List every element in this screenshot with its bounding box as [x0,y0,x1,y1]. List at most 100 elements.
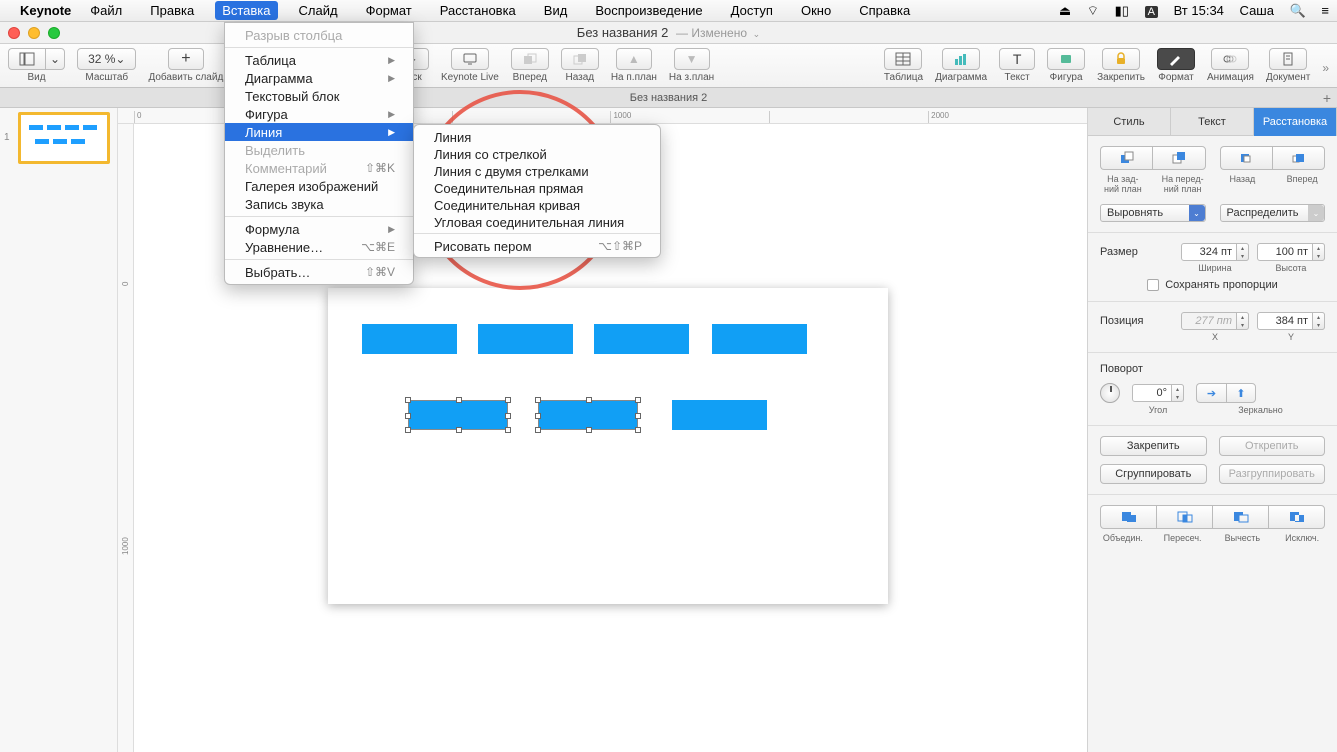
keynote-live-button[interactable] [451,48,489,70]
dd-line[interactable]: Линия▶ [225,123,413,141]
bool-intersect[interactable] [1156,505,1212,529]
view-dropdown[interactable]: ⌄ [45,48,65,70]
menu-insert[interactable]: Вставка [215,1,277,20]
send-to-back-button[interactable] [1100,146,1152,170]
dd-equation[interactable]: Уравнение…⌥⌘E [225,238,413,256]
dd-section-break: Разрыв столбца [225,26,413,44]
input-icon[interactable]: А [1145,6,1158,18]
view-button[interactable] [8,48,45,70]
window-close[interactable] [8,27,20,39]
menu-share[interactable]: Доступ [724,1,780,20]
shape-rect[interactable] [478,324,573,354]
sm-connector-straight[interactable]: Соединительная прямая [414,179,660,196]
animate-button[interactable] [1211,48,1249,70]
sm-connector-elbow[interactable]: Угловая соединительная линия [414,213,660,230]
height-field[interactable]: 100 пт▴▾ [1257,243,1325,261]
rotation-dial[interactable] [1100,383,1120,403]
shape-rect[interactable] [672,400,767,430]
menu-view[interactable]: Вид [537,1,575,20]
menu-edit[interactable]: Правка [143,1,201,20]
to-front-button[interactable]: ▲ [616,48,652,70]
wifi-icon[interactable]: ⌔ [1087,3,1099,19]
to-back-button[interactable]: ▼ [674,48,710,70]
sm-draw-pen[interactable]: Рисовать пером⌥⇧⌘P [414,237,660,254]
new-tab-button[interactable]: + [1323,90,1331,106]
inspector-tab-style[interactable]: Стиль [1088,108,1171,136]
dd-table[interactable]: Таблица▶ [225,51,413,69]
lock-button-inspector[interactable]: Закрепить [1100,436,1207,456]
menu-window[interactable]: Окно [794,1,838,20]
shape-rect[interactable] [362,324,457,354]
sm-connector-curve[interactable]: Соединительная кривая [414,196,660,213]
window-maximize[interactable] [48,27,60,39]
spotlight-icon[interactable]: 🔍 [1290,3,1306,19]
dd-text-block[interactable]: Текстовый блок [225,87,413,105]
zoom-button[interactable]: 32 % ⌄ [77,48,136,70]
menu-help[interactable]: Справка [852,1,917,20]
menu-play[interactable]: Воспроизведение [588,1,709,20]
shape-rect-selected[interactable] [408,400,508,430]
window-minimize[interactable] [28,27,40,39]
airplay-icon[interactable]: ⏏ [1059,3,1071,19]
backward-button[interactable] [561,48,599,70]
keep-ratio-checkbox[interactable]: Сохранять пропорции [1100,279,1325,291]
toolbar-overflow[interactable]: » [1322,61,1329,75]
bring-to-front-button[interactable] [1152,146,1205,170]
shape-rect-selected[interactable] [538,400,638,430]
inspector-tab-text[interactable]: Текст [1171,108,1254,136]
menu-arrange[interactable]: Расстановка [433,1,523,20]
app-name[interactable]: Keynote [20,3,71,18]
flip-vertical[interactable]: ⬆ [1226,383,1256,403]
sm-double-arrow[interactable]: Линия с двумя стрелками [414,162,660,179]
bool-union[interactable] [1100,505,1156,529]
distribute-select[interactable]: Распределить⌄ [1220,204,1326,222]
menu-icon[interactable]: ≡ [1321,3,1329,18]
y-field[interactable]: 384 пт▴▾ [1257,312,1325,330]
title-dropdown-icon[interactable]: ⌄ [753,29,761,39]
shape-rect[interactable] [712,324,807,354]
slide-canvas[interactable] [328,288,888,604]
dd-chart[interactable]: Диаграмма▶ [225,69,413,87]
flip-horizontal[interactable]: ➔ [1196,383,1226,403]
lock-button[interactable] [1102,48,1140,70]
bool-subtract[interactable] [1212,505,1268,529]
menu-format[interactable]: Формат [359,1,419,20]
forward-button[interactable] [511,48,549,70]
battery-icon[interactable]: ▮▯ [1115,3,1129,19]
bool-exclude[interactable] [1268,505,1325,529]
slide-thumb-1[interactable]: 1 [18,112,111,164]
slide-navigator[interactable]: 1 [0,108,118,752]
angle-field[interactable]: 0°▴▾ [1132,384,1184,402]
line-submenu: Линия Линия со стрелкой Линия с двумя ст… [413,124,661,258]
dd-gallery[interactable]: Галерея изображений [225,177,413,195]
chart-button[interactable] [942,48,980,70]
document-tab[interactable]: Без названия 2 [630,92,708,104]
send-backward-button[interactable] [1220,146,1272,170]
x-field[interactable]: 277 пт▴▾ [1181,312,1249,330]
view-label: Вид [27,72,45,83]
dd-choose[interactable]: Выбрать…⇧⌘V [225,263,413,281]
unlock-button-inspector[interactable]: Открепить [1219,436,1326,456]
dd-formula[interactable]: Формула▶ [225,220,413,238]
menu-file[interactable]: Файл [83,1,129,20]
sm-line[interactable]: Линия [414,128,660,145]
align-select[interactable]: Выровнять⌄ [1100,204,1206,222]
menu-slide[interactable]: Слайд [292,1,345,20]
group-button[interactable]: Сгруппировать [1100,464,1207,484]
dd-shape[interactable]: Фигура▶ [225,105,413,123]
format-button[interactable] [1157,48,1195,70]
ungroup-button[interactable]: Разгруппировать [1219,464,1326,484]
table-button[interactable] [884,48,922,70]
inspector-tab-arrange[interactable]: Расстановка [1254,108,1337,136]
sm-arrow-line[interactable]: Линия со стрелкой [414,145,660,162]
dd-record-audio[interactable]: Запись звука [225,195,413,213]
width-field[interactable]: 324 пт▴▾ [1181,243,1249,261]
shape-rect[interactable] [594,324,689,354]
clock[interactable]: Вт 15:34 [1174,3,1224,18]
bring-forward-button[interactable] [1272,146,1325,170]
add-slide-button[interactable]: + [168,48,204,70]
text-button[interactable]: T [999,48,1035,70]
document-button[interactable] [1269,48,1307,70]
user-name[interactable]: Саша [1240,3,1274,18]
shape-button[interactable] [1047,48,1085,70]
